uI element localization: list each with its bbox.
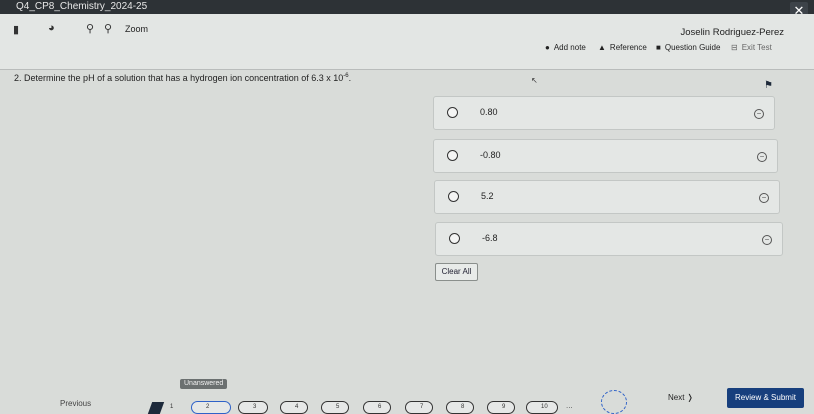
question-nav-7[interactable]: 7: [405, 401, 433, 414]
question-stem: 2. Determine the pH of a solution that h…: [14, 73, 351, 83]
student-name: Joselin Rodriguez-Perez: [680, 27, 785, 38]
answer-option-b[interactable]: -0.80 −: [433, 139, 778, 173]
question-nav-9[interactable]: 9: [487, 401, 515, 414]
clear-all-button[interactable]: Clear All: [435, 263, 478, 281]
question-nav-2[interactable]: 2: [191, 401, 231, 414]
answered-marker-icon: [147, 402, 165, 414]
reference-button[interactable]: ▲ Reference: [598, 43, 647, 52]
flag-icon[interactable]: ⚑: [764, 80, 773, 91]
reference-label: Reference: [609, 43, 647, 52]
exit-test-label: Exit Test: [741, 43, 772, 52]
question-nav-6[interactable]: 6: [363, 401, 391, 414]
window-title: Q4_CP8_Chemistry_2024-25: [16, 1, 148, 12]
reference-icon: ▲: [598, 43, 606, 52]
next-button[interactable]: Next ❭: [668, 393, 693, 402]
eliminate-icon[interactable]: −: [754, 109, 764, 119]
add-note-button[interactable]: ● Add note: [545, 43, 586, 52]
option-label: -0.80: [480, 150, 501, 160]
toolbar: ▮ ◕ ⚲ ⚲ Zoom Joselin Rodriguez-Perez ● A…: [0, 14, 814, 70]
question-nav-3[interactable]: 3: [238, 401, 268, 414]
zoom-label: Zoom: [125, 24, 149, 34]
eliminate-icon[interactable]: −: [759, 193, 769, 203]
more-questions-ellipsis[interactable]: ...: [566, 401, 573, 410]
eliminate-icon[interactable]: −: [762, 235, 772, 245]
review-smiley-icon[interactable]: [601, 390, 627, 414]
question-text-end: .: [348, 73, 352, 83]
radio-button[interactable]: [448, 191, 459, 202]
zoom-in-icon[interactable]: ⚲: [104, 22, 112, 35]
question-text: Determine the pH of a solution that has …: [24, 73, 344, 83]
answer-option-d[interactable]: -6.8 −: [435, 222, 783, 256]
answer-option-a[interactable]: 0.80 −: [433, 96, 775, 130]
guide-icon: ■: [656, 43, 661, 52]
question-guide-label: Question Guide: [664, 43, 721, 52]
menu-icon[interactable]: ▮: [13, 23, 19, 36]
circle-plus-icon: ●: [545, 43, 550, 52]
eliminate-icon[interactable]: −: [757, 152, 767, 162]
zoom-out-icon[interactable]: ⚲: [86, 22, 94, 35]
question-nav-4[interactable]: 4: [280, 401, 308, 414]
question-number-1[interactable]: 1: [170, 404, 173, 410]
radio-button[interactable]: [447, 107, 458, 118]
previous-button[interactable]: Previous: [60, 399, 91, 414]
radio-button[interactable]: [447, 150, 458, 161]
radio-button[interactable]: [449, 233, 460, 244]
question-nav-8[interactable]: 8: [446, 401, 474, 414]
cursor-icon: ↖: [531, 76, 538, 85]
question-number: 2.: [14, 73, 22, 83]
question-nav-10[interactable]: 10: [526, 401, 558, 414]
answer-option-c[interactable]: 5.2 −: [434, 180, 780, 214]
option-label: 0.80: [480, 107, 498, 117]
exit-test-button[interactable]: ⊟ Exit Test: [731, 43, 772, 52]
exit-icon: ⊟: [731, 43, 738, 52]
option-label: -6.8: [482, 233, 498, 243]
question-nav-5[interactable]: 5: [321, 401, 349, 414]
window-titlebar: Q4_CP8_Chemistry_2024-25 ✕: [0, 0, 814, 20]
chevron-right-icon: ❭: [686, 393, 694, 402]
add-note-label: Add note: [553, 43, 586, 52]
review-submit-button[interactable]: Review & Submit: [727, 388, 804, 408]
option-label: 5.2: [481, 191, 494, 201]
question-guide-button[interactable]: ■ Question Guide: [656, 43, 720, 52]
status-badge: Unanswered: [180, 379, 228, 389]
palette-icon[interactable]: ◕: [48, 22, 55, 34]
